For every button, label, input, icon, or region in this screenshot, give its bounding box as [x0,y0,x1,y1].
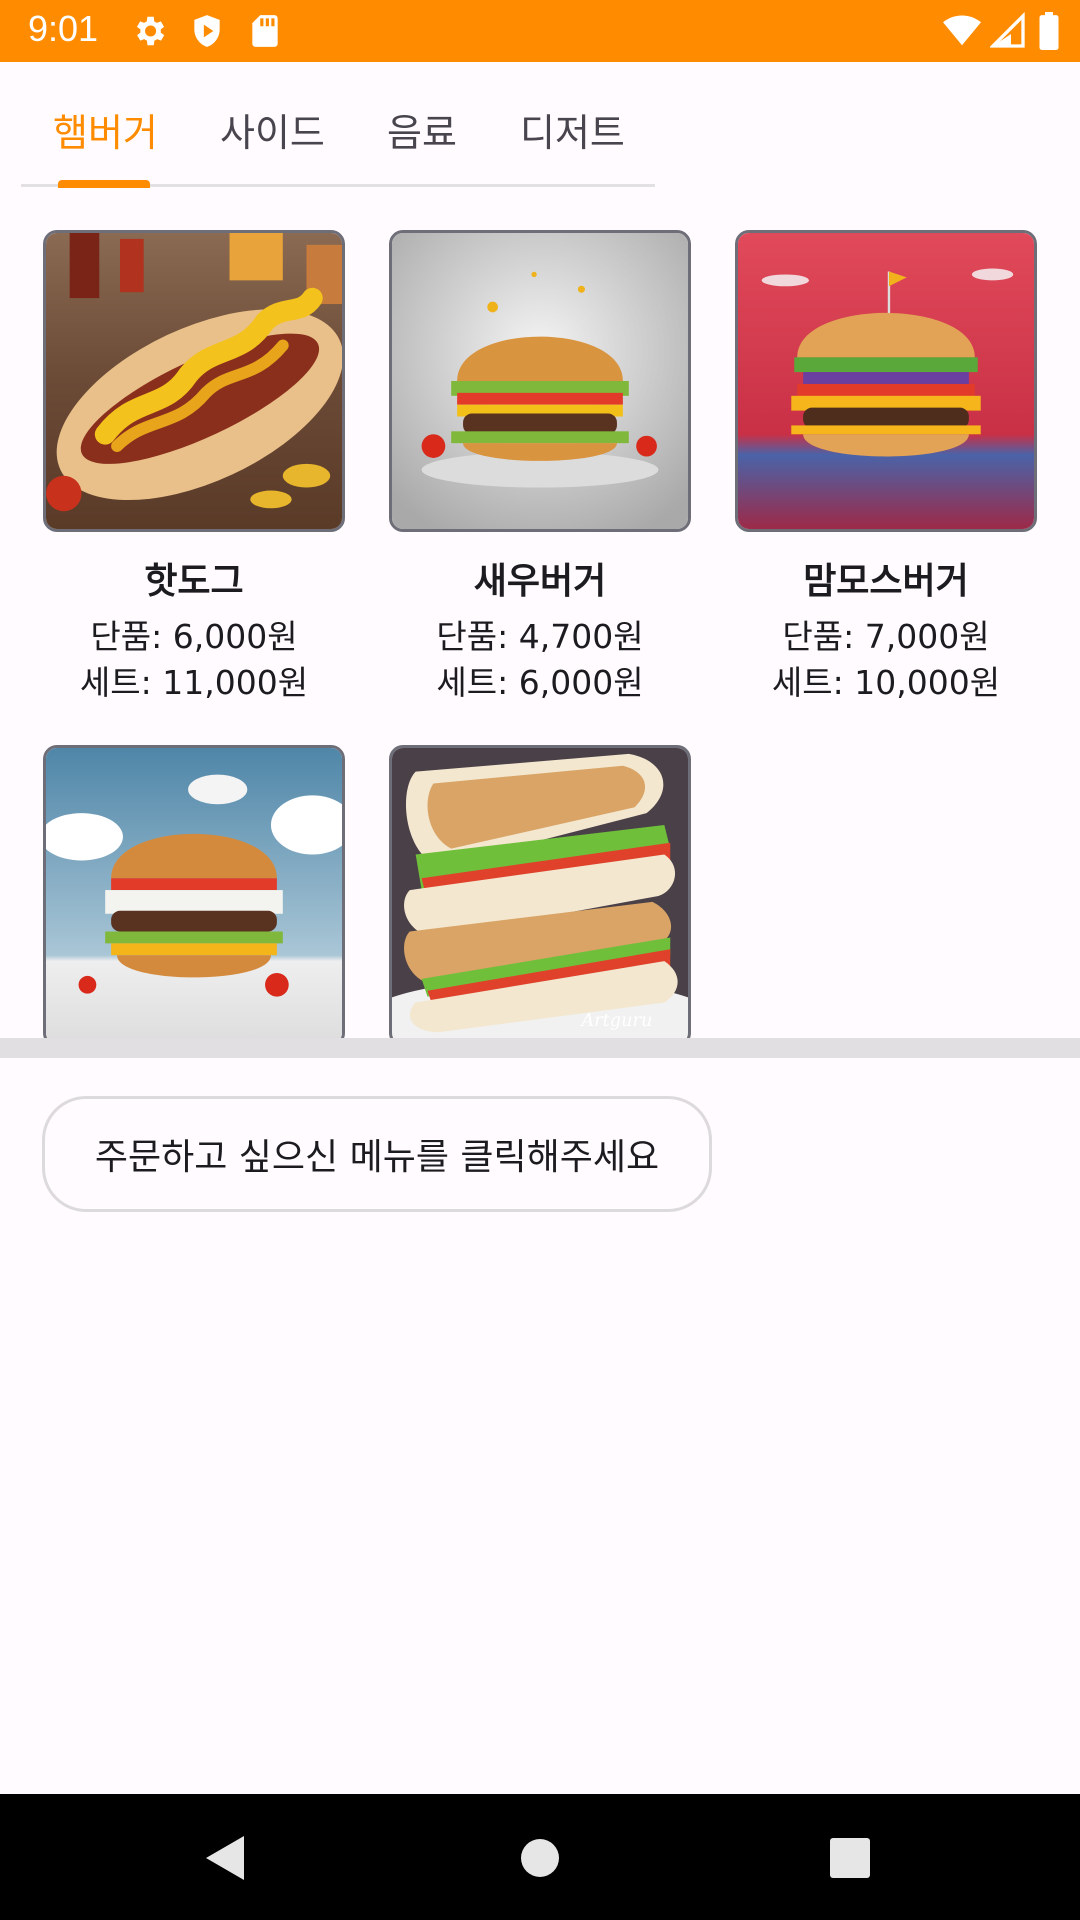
menu-item[interactable]: Artguru [367,705,713,1038]
signal-icon [989,12,1028,50]
tab-dessert[interactable]: 디저트 [520,102,625,157]
burger-gray-image [389,230,691,532]
menu-item-set-price: 세트: 11,000원 [79,663,309,702]
tab-hamburger[interactable]: 햄버거 [53,102,158,157]
sd-card-icon [246,12,284,50]
category-tabs: 햄버거 사이드 음료 디저트 [21,62,655,190]
menu-item[interactable]: 맘모스버거 단품: 7,000원 세트: 10,000원 [713,190,1059,705]
battery-icon [1038,12,1062,50]
order-prompt-text: 주문하고 싶으신 메뉴를 클릭해주세요 [94,1137,660,1178]
tab-indicator [58,180,150,188]
shield-play-icon [188,12,226,50]
burger-red-image [735,230,1037,532]
navigation-bar [0,1794,1080,1920]
menu-item-name: 맘모스버거 [803,561,969,602]
menu-item-single-price: 단품: 7,000원 [782,617,990,656]
hotdog-image [43,230,345,532]
wifi-icon [942,12,982,50]
menu-item-single-price: 단품: 4,700원 [436,617,644,656]
tab-drink[interactable]: 음료 [387,102,457,157]
burger-sky-image [43,745,345,1038]
menu-item-single-price: 단품: 6,000원 [90,617,298,656]
status-time: 9:01 [28,8,99,49]
tab-side[interactable]: 사이드 [220,102,325,157]
menu-item[interactable] [21,705,367,1038]
back-icon[interactable] [196,1828,256,1888]
menu-item-name: 핫도그 [144,561,244,602]
watermark-text: Artguru [579,1011,652,1031]
status-bar: 9:01 [0,0,1080,62]
menu-item-name: 새우버거 [473,561,607,602]
menu-item[interactable]: 핫도그 단품: 6,000원 세트: 11,000원 [21,190,367,705]
menu-item[interactable]: 새우버거 단품: 4,700원 세트: 6,000원 [367,190,713,705]
sandwich-image: Artguru [389,745,691,1038]
order-message-box: 주문하고 싶으신 메뉴를 클릭해주세요 [42,1096,712,1212]
home-icon[interactable] [510,1828,570,1888]
menu-item-set-price: 세트: 6,000원 [436,663,644,702]
gear-icon [130,12,168,50]
menu-item-set-price: 세트: 10,000원 [771,663,1001,702]
splitter-handle[interactable] [0,1038,1080,1058]
recents-icon[interactable] [820,1828,880,1888]
menu-grid: 핫도그 단품: 6,000원 세트: 11,000원 새우버거 단품: 4,70… [0,190,1080,1038]
